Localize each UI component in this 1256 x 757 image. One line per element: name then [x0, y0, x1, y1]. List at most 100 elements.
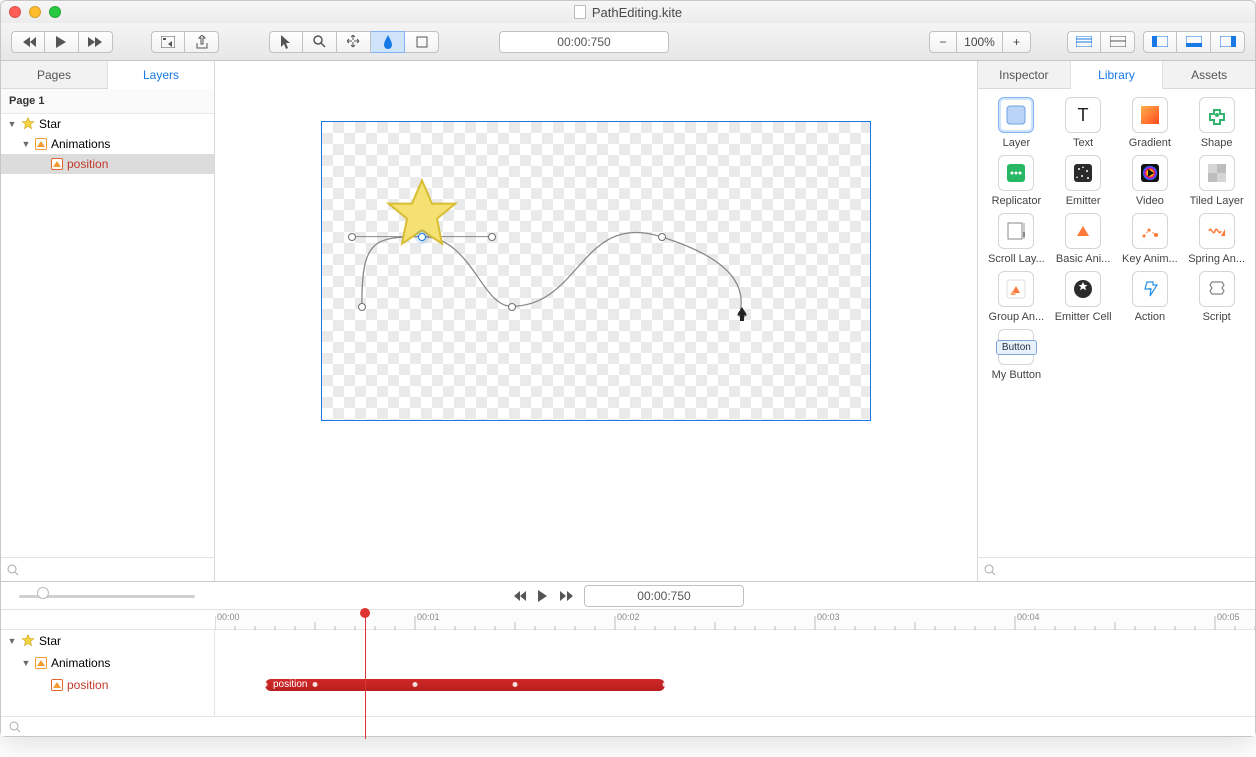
library-item-text[interactable]: TText [1053, 97, 1114, 149]
tree-row-position[interactable]: ▼ position [1, 154, 214, 174]
share-button[interactable] [185, 31, 219, 53]
library-item-gradient[interactable]: Gradient [1120, 97, 1181, 149]
library-item-label: Gradient [1129, 137, 1171, 149]
disclosure-icon[interactable]: ▼ [21, 139, 31, 149]
library-item-emittercell[interactable]: Emitter Cell [1053, 271, 1114, 323]
library-item-groupanim[interactable]: Group An... [986, 271, 1047, 323]
panel-toggles-1 [1067, 31, 1135, 53]
select-tool-button[interactable] [269, 31, 303, 53]
pen-tool-button[interactable] [371, 31, 405, 53]
right-tabs: Inspector Library Assets [978, 61, 1255, 89]
timeline-tracks[interactable]: position [215, 630, 1255, 716]
library-item-layer[interactable]: Layer [986, 97, 1047, 149]
keyframe-dot[interactable] [263, 682, 268, 687]
star-icon [21, 634, 35, 648]
fast-forward-button[interactable] [560, 590, 574, 602]
canvas[interactable] [215, 61, 977, 581]
library-item-emitter[interactable]: Emitter [1053, 155, 1114, 207]
table-row[interactable]: ▼ Animations [1, 652, 214, 674]
tree-row-animations[interactable]: ▼ Animations [1, 134, 214, 154]
path-point[interactable] [658, 233, 666, 241]
tab-layers[interactable]: Layers [108, 61, 214, 89]
animation-track-position[interactable]: position [265, 679, 665, 691]
library-item-action[interactable]: Action [1120, 271, 1181, 323]
right-panel-toggle[interactable] [1211, 31, 1245, 53]
zoom-out-button[interactable]: − [929, 31, 957, 53]
tab-inspector[interactable]: Inspector [978, 61, 1071, 88]
pan-tool-button[interactable] [337, 31, 371, 53]
layer-search[interactable] [1, 557, 214, 581]
disclosure-icon[interactable]: ▼ [7, 119, 17, 129]
replicator-icon [998, 155, 1034, 191]
timeline-panel: 00:00:750 00:0000:0100:0200:0300:0400:05… [1, 581, 1255, 736]
path-tangent-handle[interactable] [488, 233, 496, 241]
library-item-label: Emitter Cell [1055, 311, 1112, 323]
keyframe-dot[interactable] [413, 682, 418, 687]
animation-icon [51, 158, 63, 170]
left-panel-toggle[interactable] [1143, 31, 1177, 53]
tree-label: Star [39, 634, 61, 648]
path-curve[interactable] [322, 122, 870, 421]
ruler-label: 00:03 [817, 612, 840, 622]
library-item-label: Basic Ani... [1056, 253, 1110, 265]
rewind-button[interactable] [11, 31, 45, 53]
library-item-label: Tiled Layer [1190, 195, 1244, 207]
library-item-shape[interactable]: Shape [1186, 97, 1247, 149]
rewind-button[interactable] [512, 590, 526, 602]
right-panel: Inspector Library Assets Layer TText Gradi… [977, 61, 1255, 581]
library-search[interactable] [978, 557, 1255, 581]
path-point[interactable] [358, 303, 366, 311]
time-display[interactable]: 00:00:750 [499, 31, 669, 53]
tiledlayer-icon [1199, 155, 1235, 191]
library-item-script[interactable]: Script [1186, 271, 1247, 323]
panel-view1-button[interactable] [1067, 31, 1101, 53]
bottom-panel-toggle[interactable] [1177, 31, 1211, 53]
timeline-search[interactable] [1, 716, 1255, 736]
tree-row-star[interactable]: ▼ Star [1, 114, 214, 134]
keyframe-dot[interactable] [313, 682, 318, 687]
timeline-tree: ▼ Star ▼ Animations ▼ position [1, 630, 215, 716]
timeline-ruler[interactable]: 00:0000:0100:0200:0300:0400:05 [215, 610, 1255, 630]
tab-library[interactable]: Library [1071, 61, 1164, 89]
library-item-basicanim[interactable]: Basic Ani... [1053, 213, 1114, 265]
tree-label: Star [39, 117, 61, 131]
disclosure-icon[interactable]: ▼ [7, 636, 17, 646]
keyframe-dot[interactable] [513, 682, 518, 687]
video-icon [1132, 155, 1168, 191]
groupanim-icon [998, 271, 1034, 307]
timeline-zoom-slider[interactable] [19, 590, 195, 602]
path-point-selected[interactable] [418, 233, 426, 241]
library-item-keyanim[interactable]: Key Anim... [1120, 213, 1181, 265]
play-button[interactable] [538, 590, 548, 602]
table-row[interactable]: ▼ Star [1, 630, 214, 652]
library-item-label: Layer [1003, 137, 1031, 149]
library-item-video[interactable]: Video [1120, 155, 1181, 207]
ruler-label: 00:00 [217, 612, 240, 622]
fast-forward-button[interactable] [79, 31, 113, 53]
panel-view2-button[interactable] [1101, 31, 1135, 53]
library-item-scrolllayer[interactable]: Scroll Lay... [986, 213, 1047, 265]
zoom-in-button[interactable]: + [1003, 31, 1031, 53]
path-point[interactable] [508, 303, 516, 311]
zoom-value[interactable]: 100% [957, 31, 1003, 53]
shape-tool-button[interactable] [405, 31, 439, 53]
library-item-springanim[interactable]: Spring An... [1186, 213, 1247, 265]
library-item-tiledlayer[interactable]: Tiled Layer [1186, 155, 1247, 207]
keyframe-dot[interactable] [663, 682, 668, 687]
table-row[interactable]: ▼ position [1, 674, 214, 696]
page-header[interactable]: Page 1 [1, 89, 214, 114]
ruler-label: 00:05 [1217, 612, 1240, 622]
timeline-time-display[interactable]: 00:00:750 [584, 585, 744, 607]
path-tangent-handle[interactable] [348, 233, 356, 241]
star-layer[interactable] [382, 177, 462, 257]
tab-pages[interactable]: Pages [1, 61, 108, 88]
library-item-mybutton[interactable]: ButtonMy Button [986, 329, 1047, 381]
zoom-tool-button[interactable] [303, 31, 337, 53]
preview-mode-button[interactable] [151, 31, 185, 53]
play-button[interactable] [45, 31, 79, 53]
search-icon [9, 721, 21, 733]
disclosure-icon[interactable]: ▼ [21, 658, 31, 668]
tab-assets[interactable]: Assets [1163, 61, 1255, 88]
library-item-replicator[interactable]: Replicator [986, 155, 1047, 207]
artboard[interactable] [321, 121, 871, 421]
